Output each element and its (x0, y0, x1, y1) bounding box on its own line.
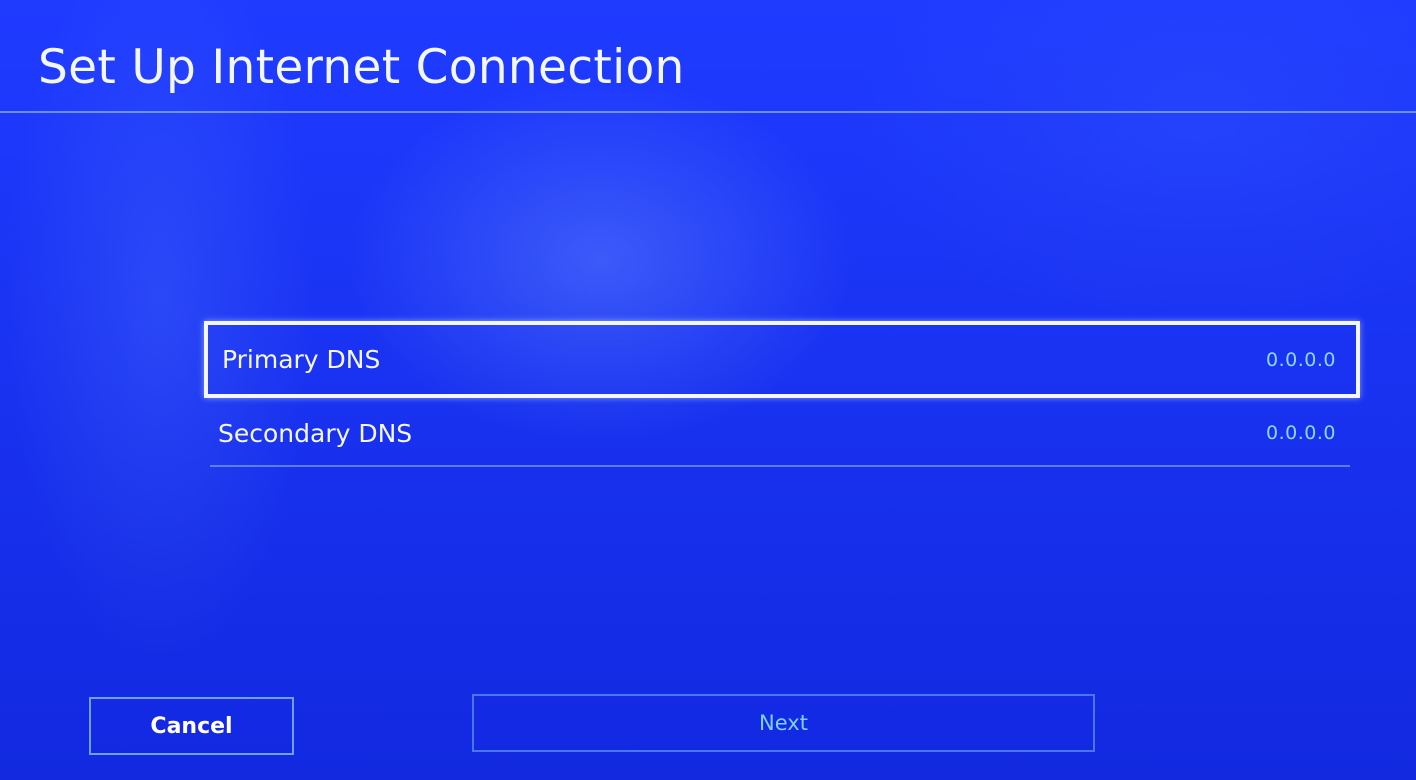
cancel-button[interactable]: Cancel (89, 697, 294, 755)
title-divider (0, 111, 1416, 113)
secondary-dns-row[interactable]: Secondary DNS 0.0.0.0 (204, 398, 1360, 468)
page-title: Set Up Internet Connection (38, 40, 685, 95)
primary-dns-value: 0.0.0.0 (1266, 348, 1336, 371)
primary-dns-label: Primary DNS (222, 345, 381, 374)
next-button[interactable]: Next (472, 694, 1095, 752)
list-divider (210, 465, 1350, 467)
secondary-dns-value: 0.0.0.0 (1266, 422, 1336, 444)
secondary-dns-label: Secondary DNS (218, 418, 413, 448)
primary-dns-row[interactable]: Primary DNS 0.0.0.0 (204, 321, 1360, 398)
